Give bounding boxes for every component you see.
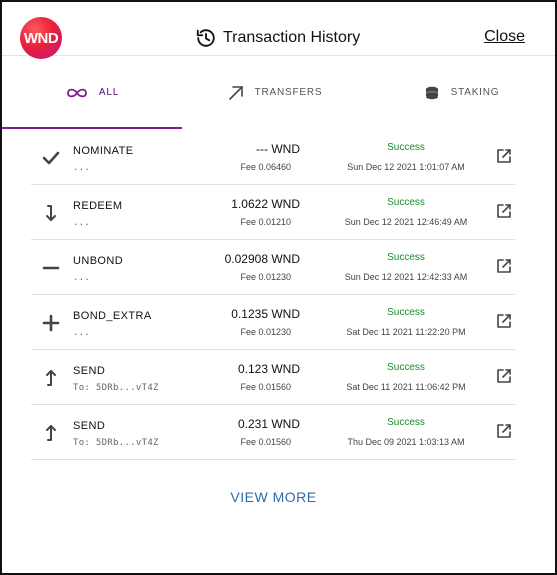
check-icon bbox=[42, 151, 60, 165]
status-badge: Success bbox=[387, 417, 425, 428]
transaction-fee: Fee 0.01560 bbox=[240, 382, 291, 392]
transaction-row[interactable]: UNBOND ... 0.02908 WND Fee 0.01230 Succe… bbox=[31, 240, 515, 295]
transaction-fee: Fee 0.01230 bbox=[240, 272, 291, 282]
transaction-amount: 1.0622 WND bbox=[231, 197, 300, 211]
transaction-fee: Fee 0.06460 bbox=[240, 162, 291, 172]
transaction-type: UNBOND bbox=[73, 255, 124, 267]
active-tab-indicator bbox=[2, 127, 182, 129]
tab-transfers[interactable]: TRANSFERS bbox=[182, 56, 367, 129]
transaction-history-window: WND Transaction History Close ALL TRANSF… bbox=[0, 0, 557, 575]
transaction-subtitle: To: 5DRb...vT4Z bbox=[73, 438, 159, 448]
status-badge: Success bbox=[387, 252, 425, 263]
minus-icon bbox=[42, 266, 60, 270]
status-badge: Success bbox=[387, 362, 425, 373]
external-link-icon[interactable] bbox=[495, 367, 513, 385]
logo-text: WND bbox=[23, 29, 59, 47]
tab-transfers-label: TRANSFERS bbox=[254, 87, 323, 98]
transaction-row[interactable]: NOMINATE ... --- WND Fee 0.06460 Success… bbox=[31, 130, 515, 185]
arrow-up-right-icon bbox=[228, 85, 243, 100]
transaction-fee: Fee 0.01560 bbox=[240, 437, 291, 447]
external-link-icon[interactable] bbox=[495, 257, 513, 275]
transaction-amount: 0.123 WND bbox=[237, 362, 300, 376]
external-link-icon[interactable] bbox=[495, 202, 513, 220]
external-link-icon[interactable] bbox=[495, 147, 513, 165]
tab-all[interactable]: ALL bbox=[2, 56, 182, 129]
coins-icon bbox=[425, 86, 438, 99]
transaction-type: SEND bbox=[73, 420, 106, 432]
transaction-date: Sun Dec 12 2021 12:42:33 AM bbox=[344, 272, 468, 282]
transaction-row[interactable]: REDEEM ... 1.0622 WND Fee 0.01210 Succes… bbox=[31, 185, 515, 240]
transaction-amount: 0.231 WND bbox=[237, 417, 300, 431]
transaction-amount: 0.1235 WND bbox=[231, 307, 300, 321]
transaction-subtitle: To: 5DRb...vT4Z bbox=[73, 383, 159, 393]
tab-staking-label: STAKING bbox=[450, 87, 500, 98]
status-badge: Success bbox=[387, 197, 425, 208]
transaction-date: Sat Dec 11 2021 11:22:20 PM bbox=[346, 327, 466, 337]
transaction-type: NOMINATE bbox=[73, 145, 134, 157]
transaction-fee: Fee 0.01230 bbox=[240, 327, 291, 337]
status-badge: Success bbox=[387, 142, 425, 153]
transaction-fee: Fee 0.01210 bbox=[240, 217, 291, 227]
send-arrow-icon bbox=[46, 425, 56, 441]
external-link-icon[interactable] bbox=[495, 312, 513, 330]
transaction-row[interactable]: SEND To: 5DRb...vT4Z 0.123 WND Fee 0.015… bbox=[31, 350, 515, 405]
transaction-type: BOND_EXTRA bbox=[73, 310, 152, 322]
transaction-subtitle: ... bbox=[73, 163, 91, 173]
transaction-amount: --- WND bbox=[256, 142, 300, 156]
transaction-subtitle: ... bbox=[73, 218, 91, 228]
transaction-subtitle: ... bbox=[73, 328, 91, 338]
transaction-list: NOMINATE ... --- WND Fee 0.06460 Success… bbox=[31, 130, 515, 460]
infinity-icon bbox=[66, 88, 87, 97]
transaction-row[interactable]: SEND To: 5DRb...vT4Z 0.231 WND Fee 0.015… bbox=[31, 405, 515, 460]
close-button[interactable]: Close bbox=[484, 28, 525, 46]
tab-staking[interactable]: STAKING bbox=[367, 56, 555, 129]
transaction-amount: 0.02908 WND bbox=[224, 252, 300, 266]
send-arrow-icon bbox=[46, 370, 56, 386]
wnd-logo: WND bbox=[20, 17, 62, 59]
view-more-button[interactable]: VIEW MORE bbox=[2, 489, 545, 505]
status-badge: Success bbox=[387, 307, 425, 318]
redeem-arrow-icon bbox=[46, 205, 56, 221]
transaction-subtitle: ... bbox=[73, 273, 91, 283]
transaction-type: SEND bbox=[73, 365, 106, 377]
external-link-icon[interactable] bbox=[495, 422, 513, 440]
transaction-row[interactable]: BOND_EXTRA ... 0.1235 WND Fee 0.01230 Su… bbox=[31, 295, 515, 350]
header: WND Transaction History Close bbox=[2, 2, 555, 59]
transaction-date: Sat Dec 11 2021 11:06:42 PM bbox=[346, 382, 466, 392]
plus-icon bbox=[42, 314, 60, 332]
tab-bar: ALL TRANSFERS STAKING bbox=[2, 56, 555, 129]
transaction-type: REDEEM bbox=[73, 200, 123, 212]
page-title: Transaction History bbox=[223, 29, 361, 46]
history-icon bbox=[196, 29, 215, 47]
tab-all-label: ALL bbox=[98, 87, 120, 98]
title-wrap: Transaction History bbox=[195, 26, 360, 50]
transaction-date: Thu Dec 09 2021 1:03:13 AM bbox=[347, 437, 465, 447]
transaction-date: Sun Dec 12 2021 1:01:07 AM bbox=[347, 162, 465, 172]
transaction-date: Sun Dec 12 2021 12:46:49 AM bbox=[344, 217, 468, 227]
